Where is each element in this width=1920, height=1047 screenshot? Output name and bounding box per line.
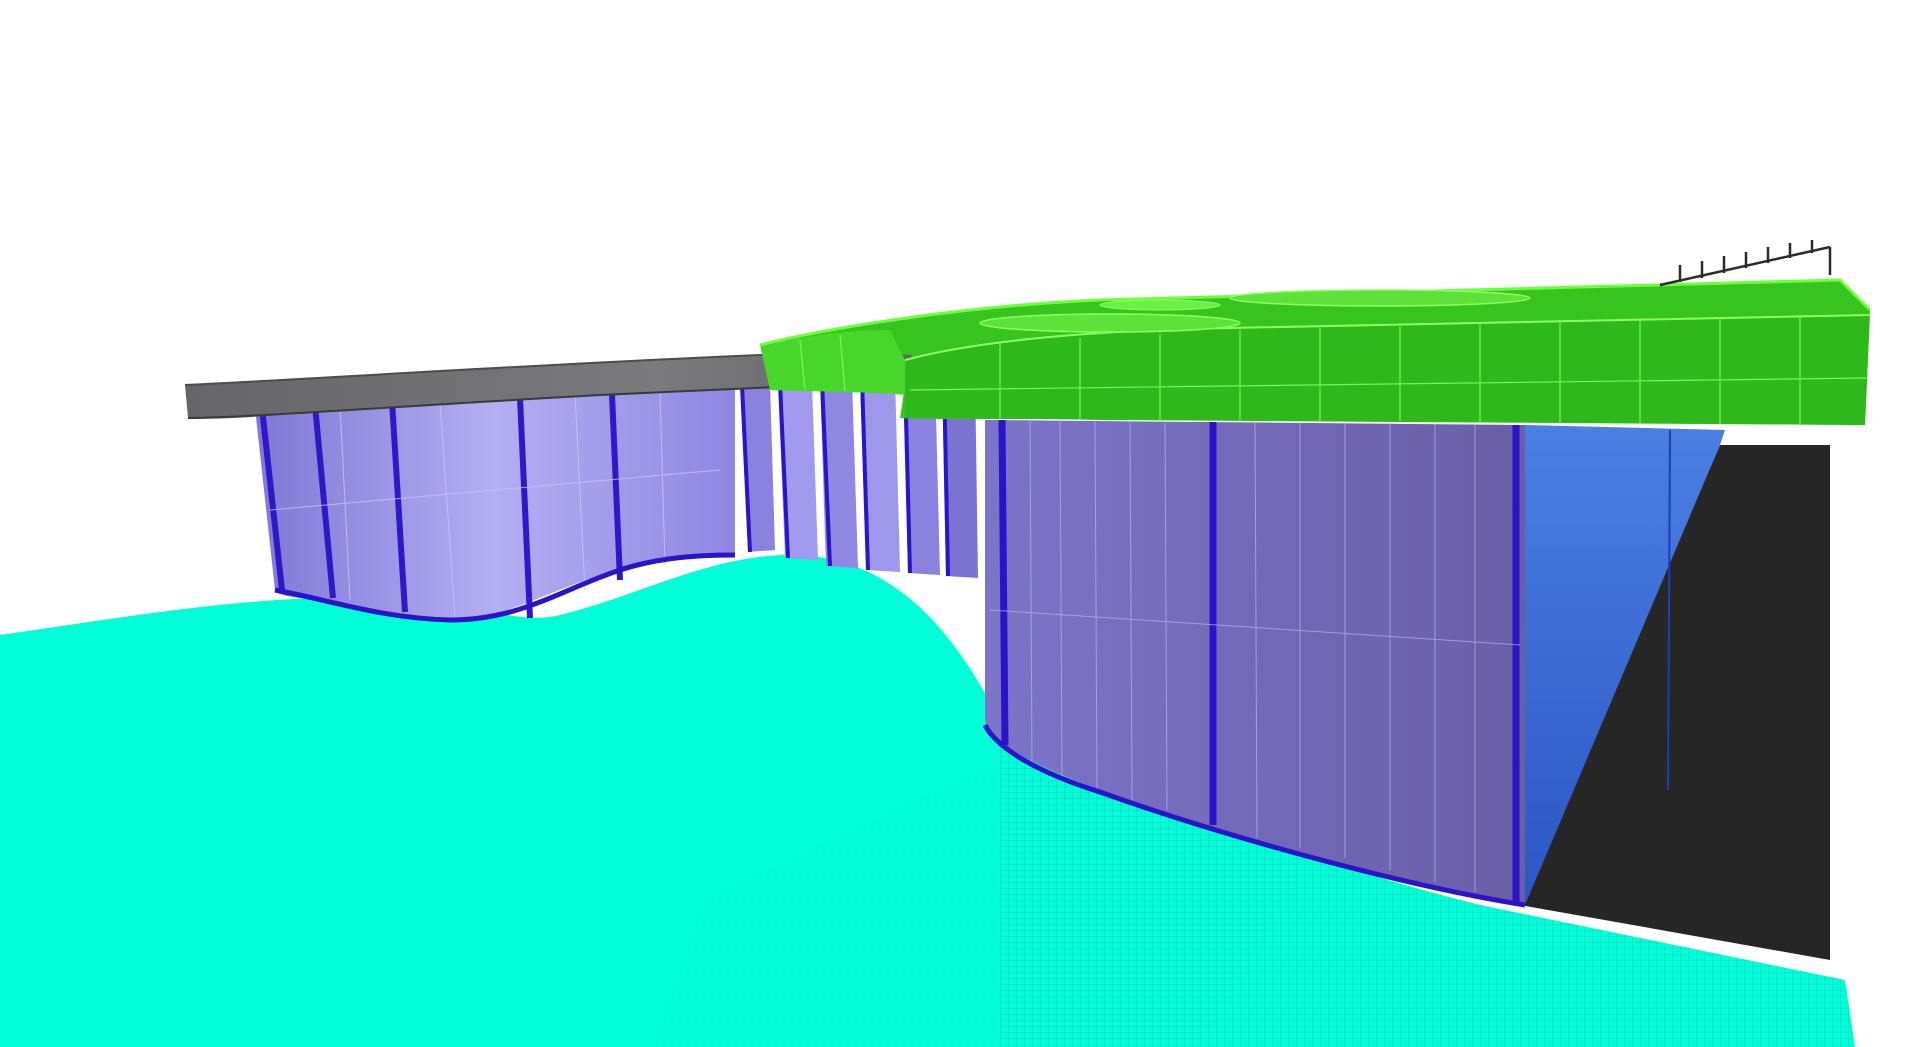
model-viewport[interactable] [0, 0, 1920, 1047]
green-canopy-skylight-2 [1229, 289, 1531, 307]
green-canopy-skylight-3 [1099, 299, 1221, 311]
green-canopy-skylight-1 [979, 313, 1241, 333]
roof-railing [1659, 240, 1832, 287]
